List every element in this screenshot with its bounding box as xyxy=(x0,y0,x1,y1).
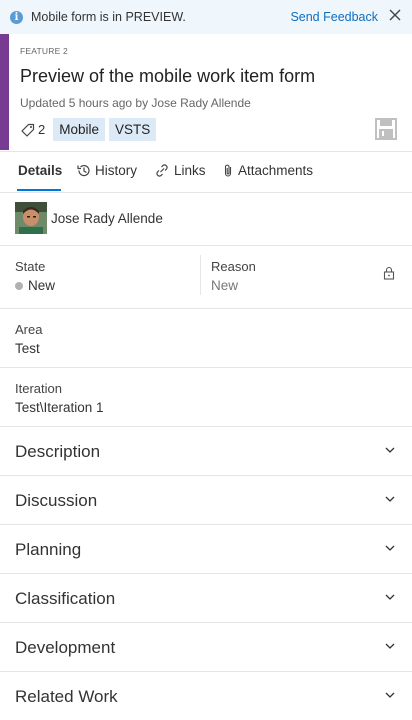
section-description[interactable]: Description xyxy=(0,426,412,476)
state-reason-row: State New Reason New xyxy=(0,245,412,309)
chevron-down-icon xyxy=(385,447,395,453)
lock-icon xyxy=(383,266,395,280)
assigned-to-name: Jose Rady Allende xyxy=(51,211,163,226)
tab-links[interactable]: Links xyxy=(154,163,206,178)
reason-label: Reason xyxy=(211,259,256,274)
section-development[interactable]: Development xyxy=(0,622,412,672)
state-dot-icon xyxy=(15,282,23,291)
state-label: State xyxy=(15,259,46,274)
tab-history-label: History xyxy=(95,163,138,178)
iteration-label: Iteration xyxy=(15,381,62,396)
section-title: Classification xyxy=(15,589,116,608)
tab-attachments[interactable]: Attachments xyxy=(222,163,313,178)
state-value: New xyxy=(28,278,56,293)
chevron-down-icon xyxy=(385,643,395,649)
work-item-color-bar xyxy=(0,34,9,150)
work-item-type: FEATURE 2 xyxy=(20,46,68,56)
info-icon: i xyxy=(10,10,23,24)
area-value: Test xyxy=(15,341,40,356)
section-classification[interactable]: Classification xyxy=(0,573,412,623)
work-item-title[interactable]: Preview of the mobile work item form xyxy=(20,66,315,87)
iteration-value: Test\Iteration 1 xyxy=(15,400,104,415)
tab-links-label: Links xyxy=(174,163,206,178)
work-item-header: FEATURE 2 Preview of the mobile work ite… xyxy=(0,34,412,152)
tag-bar: 2 Mobile VSTS xyxy=(20,118,160,141)
assigned-to-field[interactable]: Jose Rady Allende xyxy=(0,192,412,246)
updated-info: Updated 5 hours ago by Jose Rady Allende xyxy=(20,96,251,110)
tab-details-label: Details xyxy=(18,163,63,178)
save-icon[interactable] xyxy=(375,118,397,140)
avatar xyxy=(15,202,47,234)
chevron-down-icon xyxy=(385,594,395,600)
tag-icon xyxy=(21,123,35,137)
tab-bar: Details History Links Attachments xyxy=(0,151,412,193)
section-title: Planning xyxy=(15,540,82,559)
tab-attachments-label: Attachments xyxy=(238,163,314,178)
link-icon xyxy=(156,164,168,177)
section-title: Development xyxy=(15,638,116,657)
iteration-field[interactable]: Iteration Test\Iteration 1 xyxy=(0,367,412,427)
section-planning[interactable]: Planning xyxy=(0,524,412,574)
tag-count-value: 2 xyxy=(38,122,46,137)
section-related-work[interactable]: Related Work xyxy=(0,671,412,720)
reason-value: New xyxy=(211,278,239,293)
area-label: Area xyxy=(15,322,43,337)
state-field[interactable]: New xyxy=(15,278,55,293)
section-discussion[interactable]: Discussion xyxy=(0,475,412,525)
preview-banner: i Mobile form is in PREVIEW. Send Feedba… xyxy=(0,0,412,34)
close-icon[interactable] xyxy=(388,8,402,22)
tag-vsts[interactable]: VSTS xyxy=(109,118,157,141)
paperclip-icon xyxy=(224,164,232,177)
banner-message: Mobile form is in PREVIEW. xyxy=(31,10,186,24)
tab-history[interactable]: History xyxy=(76,163,137,178)
history-icon xyxy=(77,164,90,177)
area-field[interactable]: Area Test xyxy=(0,308,412,368)
tab-details[interactable]: Details xyxy=(18,163,62,178)
tag-count[interactable]: 2 xyxy=(20,122,45,138)
send-feedback-link[interactable]: Send Feedback xyxy=(290,10,378,24)
chevron-down-icon xyxy=(385,545,395,551)
chevron-down-icon xyxy=(385,692,395,698)
section-title: Related Work xyxy=(15,687,118,706)
tag-mobile[interactable]: Mobile xyxy=(53,118,106,141)
field-divider xyxy=(200,255,201,295)
section-title: Description xyxy=(15,442,101,461)
section-title: Discussion xyxy=(15,491,98,510)
active-tab-indicator xyxy=(17,189,61,191)
chevron-down-icon xyxy=(385,496,395,502)
